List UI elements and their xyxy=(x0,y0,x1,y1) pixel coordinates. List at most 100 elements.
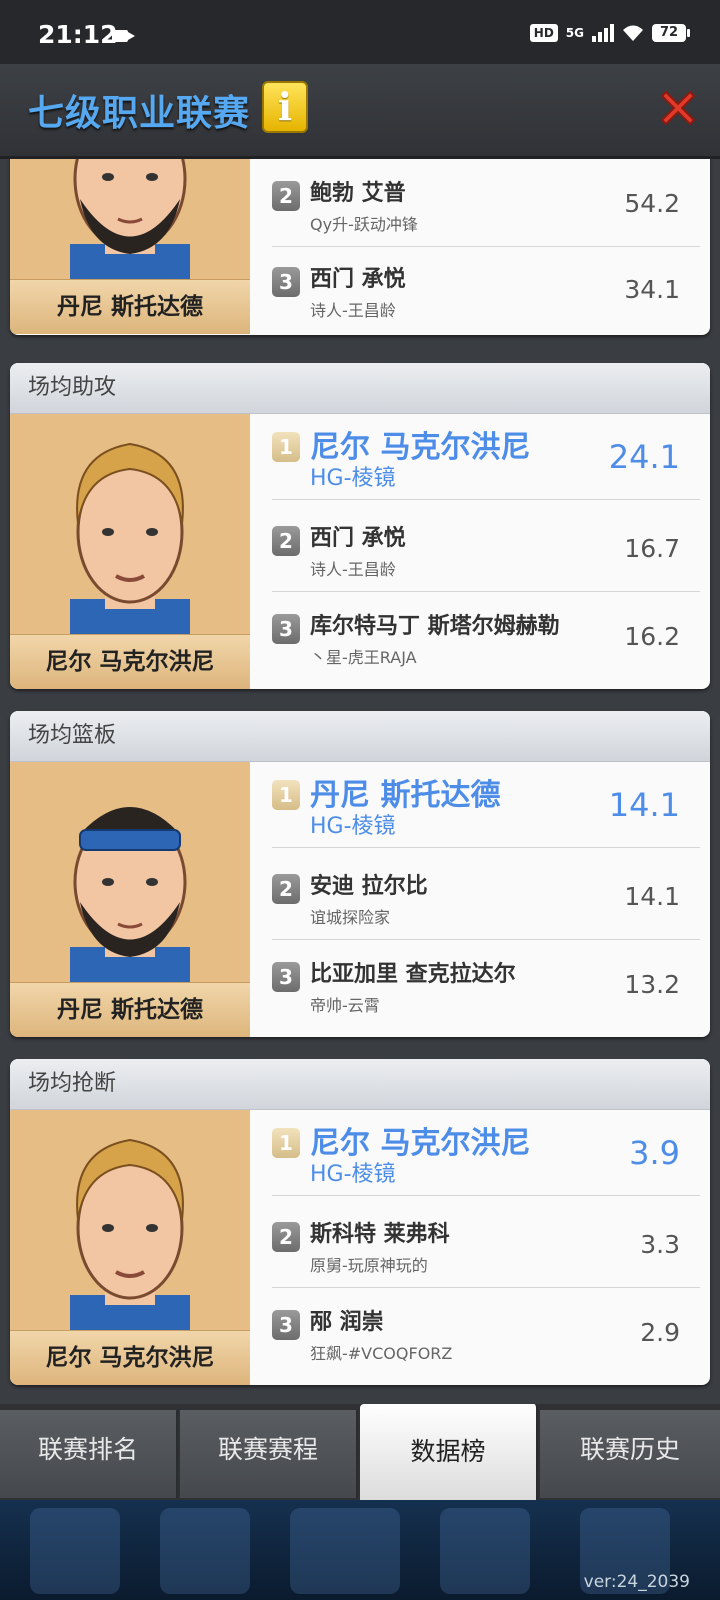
rank-badge: 3 xyxy=(272,614,300,644)
stats-list[interactable]: 丹尼 斯托达德 2 鲍勃 艾普 Qy升-跃动冲锋 54.2 3 西门 承悦 诗人… xyxy=(0,159,720,1404)
stat-card-rebounds: 场均篮板 丹尼 斯托达德 1 丹尼 斯托达德 HG-棱镜 14.1 2 安迪 拉… xyxy=(10,711,710,1037)
leader-name: 尼尔 马克尔洪尼 xyxy=(10,634,250,689)
rank-badge: 2 xyxy=(272,181,300,211)
leader-panel[interactable]: 丹尼 斯托达德 xyxy=(10,159,250,334)
background-banner: ver:24_2039 xyxy=(0,1500,720,1600)
stat-value: 3.3 xyxy=(640,1230,680,1259)
divider xyxy=(272,591,700,592)
player-name: 库尔特马丁 斯塔尔姆赫勒 xyxy=(310,614,560,639)
player-portrait xyxy=(70,159,190,279)
stat-value: 34.1 xyxy=(624,275,680,304)
divider xyxy=(272,1195,700,1196)
page-title: 七级职业联赛 xyxy=(28,93,251,134)
list-item[interactable]: 2 斯科特 莱弗科 原舅-玩原神玩的 3.3 xyxy=(272,1202,700,1288)
stat-value: 3.9 xyxy=(629,1134,680,1172)
leader-panel[interactable]: 尼尔 马克尔洪尼 xyxy=(10,1110,250,1385)
team-name: 狂飙-#VCOQFORZ xyxy=(310,1344,453,1363)
info-icon[interactable]: i xyxy=(262,81,308,133)
leader-panel[interactable]: 尼尔 马克尔洪尼 xyxy=(10,414,250,689)
tab-league-history[interactable]: 联赛历史 xyxy=(540,1410,720,1498)
rank-badge: 2 xyxy=(272,1222,300,1252)
stat-card-points: 丹尼 斯托达德 2 鲍勃 艾普 Qy升-跃动冲锋 54.2 3 西门 承悦 诗人… xyxy=(10,159,710,335)
tab-leaderboard[interactable]: 数据榜 xyxy=(360,1404,538,1500)
bottom-tab-bar: 联赛排名 联赛赛程 数据榜 联赛历史 xyxy=(0,1404,720,1500)
player-portrait xyxy=(70,442,190,634)
list-item[interactable]: 1 丹尼 斯托达德 HG-棱镜 14.1 xyxy=(272,762,700,848)
section-title: 场均助攻 xyxy=(10,363,710,414)
list-item[interactable]: 2 安迪 拉尔比 谊城探险家 14.1 xyxy=(272,854,700,940)
leader-name: 丹尼 斯托达德 xyxy=(10,982,250,1037)
stat-value: 16.2 xyxy=(624,622,680,651)
divider xyxy=(272,847,700,848)
divider xyxy=(272,1287,700,1288)
player-portrait xyxy=(70,1138,190,1330)
rank-badge: 3 xyxy=(272,267,300,297)
list-item[interactable]: 1 尼尔 马克尔洪尼 HG-棱镜 24.1 xyxy=(272,414,700,500)
tab-league-schedule[interactable]: 联赛赛程 xyxy=(180,1410,358,1498)
player-name: 安迪 拉尔比 xyxy=(310,874,428,899)
list-item[interactable]: 1 尼尔 马克尔洪尼 HG-棱镜 3.9 xyxy=(272,1110,700,1196)
player-name: 邴 润崇 xyxy=(310,1310,384,1335)
signal-icon xyxy=(592,24,614,42)
version-label: ver:24_2039 xyxy=(583,1572,690,1592)
team-name: 原舅-玩原神玩的 xyxy=(310,1256,428,1275)
rank-badge: 1 xyxy=(272,780,300,810)
list-item[interactable]: 3 比亚加里 查克拉达尔 帝帅-云霄 13.2 xyxy=(272,942,700,1028)
player-name: 斯科特 莱弗科 xyxy=(310,1222,450,1247)
close-icon[interactable] xyxy=(656,86,700,130)
stat-value: 14.1 xyxy=(624,882,680,911)
team-name: 谊城探险家 xyxy=(310,908,391,927)
section-title: 场均抢断 xyxy=(10,1059,710,1110)
network-type: 5G xyxy=(565,26,584,40)
rank-badge: 3 xyxy=(272,1310,300,1340)
section-title: 场均篮板 xyxy=(10,711,710,762)
team-name: 诗人-王昌龄 xyxy=(310,560,396,579)
leader-panel[interactable]: 丹尼 斯托达德 xyxy=(10,762,250,1037)
team-logo-icon xyxy=(30,1508,120,1594)
clock: 21:12 xyxy=(38,20,118,49)
wifi-icon xyxy=(622,24,644,42)
leader-name: 丹尼 斯托达德 xyxy=(10,279,250,334)
team-logo-icon xyxy=(440,1508,530,1594)
stat-value: 14.1 xyxy=(608,786,680,824)
video-record-icon xyxy=(112,30,135,42)
hd-icon: HD xyxy=(529,24,558,42)
title-bar: 七级职业联赛 i xyxy=(0,64,720,159)
rank-badge: 2 xyxy=(272,526,300,556)
leader-name: 尼尔 马克尔洪尼 xyxy=(10,1330,250,1385)
player-portrait xyxy=(70,807,190,982)
team-name: 帝帅-云霄 xyxy=(310,996,380,1015)
stat-value: 54.2 xyxy=(624,189,680,218)
team-name: HG-棱镜 xyxy=(310,1162,396,1187)
list-item[interactable]: 3 西门 承悦 诗人-王昌龄 34.1 xyxy=(272,247,700,333)
team-name: HG-棱镜 xyxy=(310,814,396,839)
stat-value: 24.1 xyxy=(608,438,680,476)
team-name: 丶星-虎王RAJA xyxy=(310,648,417,667)
list-item[interactable]: 2 鲍勃 艾普 Qy升-跃动冲锋 54.2 xyxy=(272,161,700,247)
building-icon xyxy=(290,1508,400,1594)
battery-icon: 72 xyxy=(652,24,690,42)
stat-value: 2.9 xyxy=(640,1318,680,1347)
rank-badge: 1 xyxy=(272,432,300,462)
stat-card-steals: 场均抢断 尼尔 马克尔洪尼 1 尼尔 马克尔洪尼 HG-棱镜 3.9 2 斯科特… xyxy=(10,1059,710,1385)
list-item[interactable]: 3 库尔特马丁 斯塔尔姆赫勒 丶星-虎王RAJA 16.2 xyxy=(272,594,700,680)
list-item[interactable]: 3 邴 润崇 狂飙-#VCOQFORZ 2.9 xyxy=(272,1290,700,1376)
player-name: 西门 承悦 xyxy=(310,526,406,551)
divider xyxy=(272,499,700,500)
status-bar: 21:12 HD 5G 72 xyxy=(0,0,720,64)
team-name: HG-棱镜 xyxy=(310,466,396,491)
stat-card-assists: 场均助攻 尼尔 马克尔洪尼 1 尼尔 马克尔洪尼 HG-棱镜 24.1 2 西门… xyxy=(10,363,710,689)
divider xyxy=(272,939,700,940)
tab-league-ranking[interactable]: 联赛排名 xyxy=(0,1410,178,1498)
team-name: 诗人-王昌龄 xyxy=(310,301,396,320)
team-name: Qy升-跃动冲锋 xyxy=(310,215,418,234)
rank-badge: 2 xyxy=(272,874,300,904)
rank-badge: 3 xyxy=(272,962,300,992)
stat-value: 13.2 xyxy=(624,970,680,999)
stat-value: 16.7 xyxy=(624,534,680,563)
status-icons: HD 5G 72 xyxy=(529,24,690,42)
list-item[interactable]: 2 西门 承悦 诗人-王昌龄 16.7 xyxy=(272,506,700,592)
player-name: 鲍勃 艾普 xyxy=(310,181,406,206)
currency-icon xyxy=(160,1508,250,1594)
player-name: 比亚加里 查克拉达尔 xyxy=(310,962,516,987)
